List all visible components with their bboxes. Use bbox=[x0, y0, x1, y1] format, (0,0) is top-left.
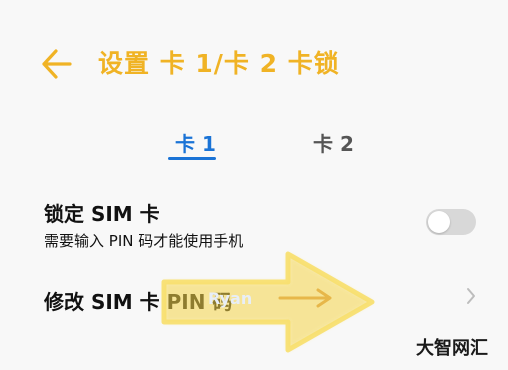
lock-sim-label: 锁定 SIM 卡 bbox=[44, 202, 160, 226]
tab-indicator bbox=[168, 157, 216, 160]
site-logo: 大智网汇 bbox=[416, 338, 488, 359]
chevron-right-icon bbox=[467, 288, 475, 304]
watermark-text: Ryan bbox=[208, 289, 253, 308]
lock-sim-description: 需要输入 PIN 码才能使用手机 bbox=[44, 232, 244, 250]
arrow-left-icon[interactable] bbox=[40, 46, 72, 82]
tab-card-2[interactable]: 卡 2 bbox=[313, 128, 354, 157]
lock-sim-toggle[interactable] bbox=[426, 209, 476, 235]
toggle-knob bbox=[428, 211, 450, 233]
page-title: 设置 卡 1/卡 2 卡锁 bbox=[98, 49, 340, 78]
tab-card-1[interactable]: 卡 1 bbox=[175, 128, 216, 157]
arrow-overlay-icon bbox=[161, 251, 375, 353]
